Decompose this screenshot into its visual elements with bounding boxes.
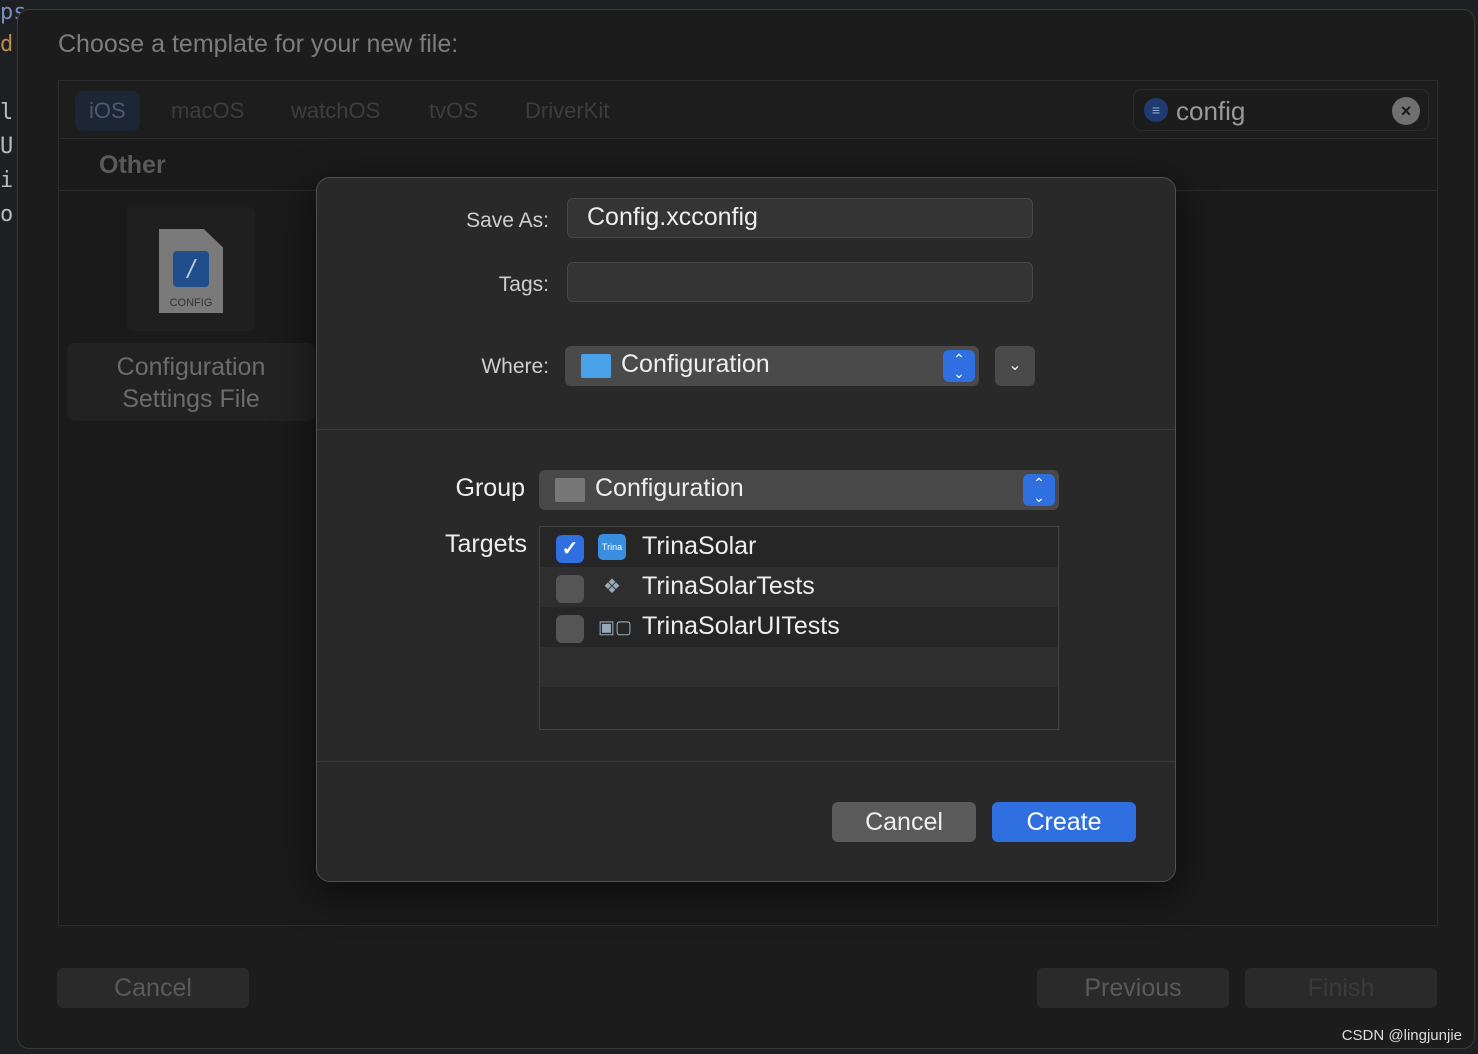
group-value: Configuration bbox=[595, 474, 744, 502]
unit-tests-icon: ❖ bbox=[603, 576, 621, 598]
chevron-down-icon: ⌄ bbox=[1008, 357, 1022, 374]
previous-button[interactable]: Previous bbox=[1037, 968, 1229, 1008]
divider bbox=[317, 429, 1175, 430]
code-fragment: i bbox=[0, 168, 14, 193]
watermark: CSDN @lingjunjie bbox=[1341, 1027, 1462, 1044]
save-sheet: Save As: Config.xcconfig Tags: Where: Co… bbox=[316, 177, 1176, 882]
cancel-button[interactable]: Cancel bbox=[57, 968, 249, 1008]
tab-ios[interactable]: iOS bbox=[75, 91, 140, 131]
save-as-label: Save As: bbox=[466, 209, 549, 232]
create-button[interactable]: Create bbox=[992, 802, 1136, 842]
group-popup[interactable]: Configuration ⌃ ⌄ bbox=[539, 470, 1059, 510]
tags-label: Tags: bbox=[498, 273, 549, 296]
filter-icon: ≡ bbox=[1144, 98, 1168, 122]
divider bbox=[317, 761, 1175, 762]
app-icon: Trina bbox=[598, 534, 626, 560]
folder-icon bbox=[581, 354, 611, 378]
template-name-line: Configuration bbox=[116, 353, 266, 381]
stepper-icon: ⌃ ⌄ bbox=[1023, 474, 1055, 506]
folder-icon bbox=[555, 478, 585, 502]
expand-chevron-button[interactable]: ⌄ bbox=[995, 346, 1035, 386]
search-field[interactable]: ≡ config × bbox=[1133, 89, 1429, 131]
ui-tests-icon: ▣▢ bbox=[598, 617, 633, 637]
platform-tabs: iOS macOS watchOS tvOS DriverKit ≡ confi… bbox=[59, 81, 1437, 139]
template-name[interactable]: Configuration Settings File bbox=[67, 343, 315, 421]
target-row[interactable]: ❖ TrinaSolarTests bbox=[540, 567, 1058, 607]
target-row[interactable]: ✓ Trina TrinaSolar bbox=[540, 527, 1058, 567]
template-name-line: Settings File bbox=[122, 385, 260, 413]
tab-macos[interactable]: macOS bbox=[157, 91, 258, 131]
cancel-button[interactable]: Cancel bbox=[832, 802, 976, 842]
stepper-icon: ⌃ ⌄ bbox=[943, 350, 975, 382]
empty-row bbox=[540, 647, 1058, 687]
checkbox-checked[interactable]: ✓ bbox=[556, 535, 584, 563]
where-popup[interactable]: Configuration ⌃ ⌄ bbox=[565, 346, 979, 386]
tab-watchos[interactable]: watchOS bbox=[277, 91, 394, 131]
finish-button[interactable]: Finish bbox=[1245, 968, 1437, 1008]
search-input[interactable]: config bbox=[1176, 96, 1245, 127]
code-fragment: d bbox=[0, 32, 14, 57]
code-fragment: o bbox=[0, 202, 14, 227]
where-label: Where: bbox=[481, 355, 549, 378]
checkbox[interactable] bbox=[556, 575, 584, 603]
tab-tvos[interactable]: tvOS bbox=[415, 91, 492, 131]
dialog-title: Choose a template for your new file: bbox=[58, 30, 459, 58]
target-name: TrinaSolarTests bbox=[642, 572, 815, 600]
targets-label: Targets bbox=[445, 530, 527, 558]
save-as-input[interactable]: Config.xcconfig bbox=[567, 198, 1033, 238]
target-name: TrinaSolar bbox=[642, 532, 757, 560]
template-tile[interactable]: / CONFIG bbox=[127, 207, 255, 331]
group-label: Group bbox=[455, 474, 525, 502]
target-row[interactable]: ▣▢ TrinaSolarUITests bbox=[540, 607, 1058, 647]
checkbox[interactable] bbox=[556, 615, 584, 643]
targets-list: ✓ Trina TrinaSolar ❖ TrinaSolarTests ▣▢ … bbox=[539, 526, 1059, 730]
target-name: TrinaSolarUITests bbox=[642, 612, 840, 640]
tags-input[interactable] bbox=[567, 262, 1033, 302]
clear-icon[interactable]: × bbox=[1392, 97, 1420, 125]
code-fragment: l bbox=[0, 100, 14, 125]
tab-driverkit[interactable]: DriverKit bbox=[511, 91, 623, 131]
where-value: Configuration bbox=[621, 350, 770, 378]
config-file-icon: / CONFIG bbox=[159, 229, 223, 313]
code-fragment: U bbox=[0, 134, 14, 159]
icon-label: CONFIG bbox=[169, 297, 213, 309]
